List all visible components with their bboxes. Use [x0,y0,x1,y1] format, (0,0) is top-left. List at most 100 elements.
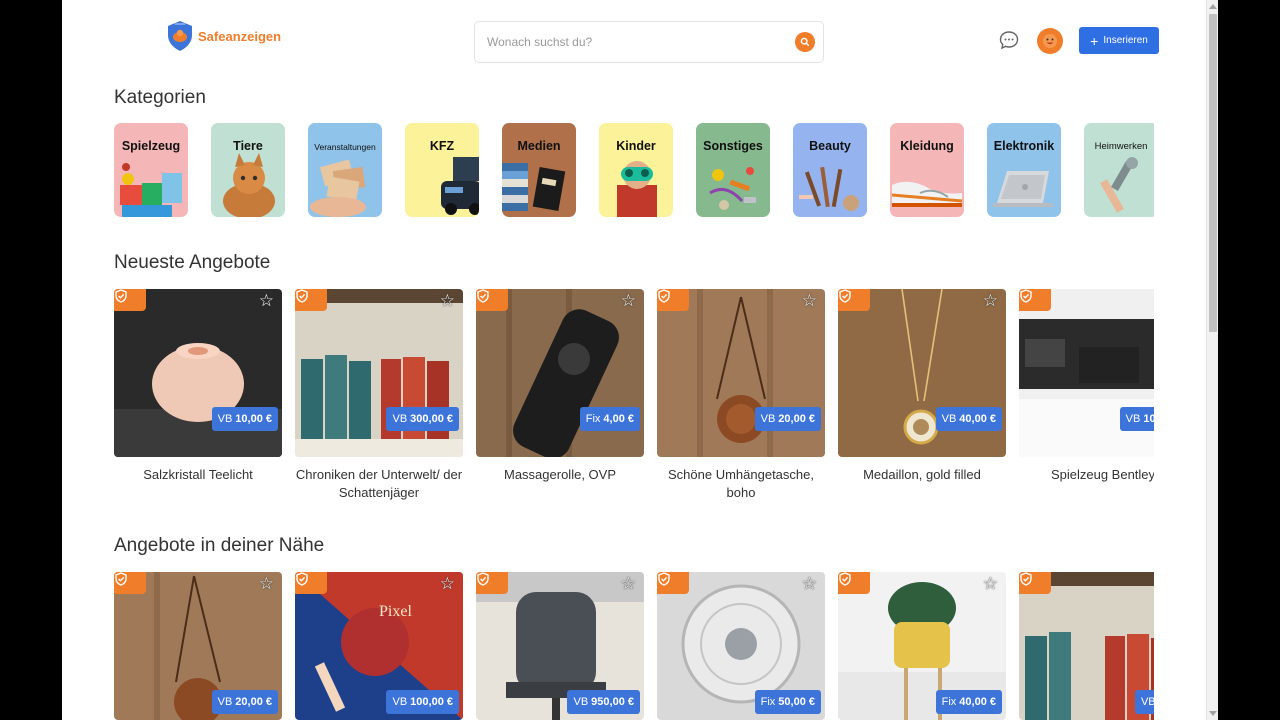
category-label: Elektronik [993,139,1055,153]
verified-shield-icon [657,289,689,311]
product-card[interactable]: ☆ VB 20,00 € Schöne Umhängetasche, boho [657,289,825,519]
category-label: Tiere [233,139,263,153]
category-tile-kinder[interactable]: Kinder [599,123,673,217]
product-title[interactable]: Salzkristall Teelicht [114,466,282,484]
scrollbar-thumb[interactable] [1209,14,1217,332]
price-type: VB [1125,413,1141,425]
price-type: Fix [585,413,601,425]
product-card[interactable]: ☆VB10.050 Spielzeug Bentley [1019,289,1154,519]
product-card[interactable]: ☆ VB 950,00 € [476,572,644,720]
product-image[interactable]: ☆ VB 10,00 € [114,289,282,457]
product-card[interactable]: Pixel ☆ VB 100,00 € [295,572,463,720]
product-card[interactable]: ☆ VB 20,00 € [114,572,282,720]
category-tile-spielzeug[interactable]: Spielzeug [114,123,188,217]
product-title[interactable]: Chroniken der Unterwelt/ der Schattenjäg… [295,466,463,502]
favorite-star-icon[interactable]: ☆ [440,575,455,592]
category-image [709,167,756,210]
post-ad-button[interactable]: + Inserieren [1079,27,1159,54]
price-badge: VB 20,00 € [754,407,821,431]
product-title[interactable]: Massagerolle, OVP [476,466,644,484]
main-page: Safeanzeigen + Inserieren Kategorien Spi… [62,0,1206,720]
category-tile-sonstiges[interactable]: Sonstiges [696,123,770,217]
product-photo [295,289,463,457]
product-photo [114,289,282,457]
category-tile-veranstaltungen[interactable]: Veranstaltungen [308,123,382,217]
product-photo [1019,572,1154,720]
nearby-offers-heading: Angebote in deiner Nähe [114,535,325,556]
nearby-offers-row: ☆ VB 20,00 € Pixel ☆ VB 100,00 € ☆ VB 950,00 € ☆ Fi… [114,572,1154,720]
favorite-star-icon[interactable]: ☆ [440,292,455,309]
search-button[interactable] [795,32,815,52]
category-label: Sonstiges [703,139,763,153]
price-badge: VB 950,00 € [567,690,640,714]
category-tile-kleidung[interactable]: Kleidung [890,123,964,217]
site-logo[interactable]: Safeanzeigen [166,20,281,52]
scroll-down-arrow-icon[interactable] [1209,711,1217,716]
favorite-star-icon[interactable]: ☆ [983,575,998,592]
plus-icon: + [1090,32,1099,49]
price-value: 40,00 € [959,696,996,708]
search-input[interactable] [487,35,777,49]
product-card[interactable]: ☆ Fix 40,00 € [838,572,1006,720]
product-card[interactable]: ☆ VB 10,00 € Salzkristall Teelicht [114,289,282,519]
favorite-star-icon[interactable]: ☆ [621,575,636,592]
price-badge: Fix 4,00 € [579,407,640,431]
product-card[interactable]: ☆VB300 [1019,572,1154,720]
product-image[interactable]: ☆VB300 [1019,572,1154,720]
page-scrollbar[interactable] [1206,0,1218,720]
price-badge: VB 300,00 € [386,407,459,431]
favorite-star-icon[interactable]: ☆ [802,292,817,309]
favorite-star-icon[interactable]: ☆ [983,292,998,309]
favorite-star-icon[interactable]: ☆ [802,575,817,592]
product-image[interactable]: Pixel ☆ VB 100,00 € [295,572,463,720]
category-image [617,161,657,217]
product-title[interactable]: Spielzeug Bentley [1019,466,1154,484]
product-title[interactable]: Medaillon, gold filled [838,466,1006,484]
product-card[interactable]: ☆ VB 300,00 € Chroniken der Unterwelt/ der … [295,289,463,519]
user-avatar[interactable] [1037,28,1063,54]
product-image[interactable]: ☆ VB 300,00 € [295,289,463,457]
product-image[interactable]: ☆VB10.050 [1019,289,1154,457]
favorite-star-icon[interactable]: ☆ [621,292,636,309]
category-label: Beauty [809,139,851,153]
verified-shield-icon [114,289,146,311]
shield-logo-icon [168,21,192,51]
category-tile-medien[interactable]: Medien [502,123,576,217]
product-image[interactable]: ☆ Fix 4,00 € [476,289,644,457]
price-value: 40,00 € [959,413,996,425]
category-image [799,166,859,211]
product-card[interactable]: ☆ VB 40,00 € Medaillon, gold filled [838,289,1006,519]
product-card[interactable]: ☆ Fix 4,00 € Massagerolle, OVP [476,289,644,519]
verified-shield-icon [657,572,689,594]
messages-button[interactable] [999,30,1019,50]
product-image[interactable]: ☆ VB 40,00 € [838,289,1006,457]
product-image[interactable]: ☆ VB 950,00 € [476,572,644,720]
product-image[interactable]: ☆ Fix 50,00 € [657,572,825,720]
product-image[interactable]: ☆ Fix 40,00 € [838,572,1006,720]
price-type: VB [760,413,776,425]
categories-heading: Kategorien [114,87,206,108]
verified-shield-icon [114,572,146,594]
category-tile-heimwerken[interactable]: Heimwerken [1084,123,1154,217]
scroll-up-arrow-icon[interactable] [1209,4,1217,9]
category-tile-beauty[interactable]: Beauty [793,123,867,217]
search-bar [474,21,824,63]
category-tile-elektronik[interactable]: Elektronik [987,123,1061,217]
product-image[interactable]: ☆ VB 20,00 € [657,289,825,457]
favorite-star-icon[interactable]: ☆ [259,575,274,592]
product-image[interactable]: ☆ VB 20,00 € [114,572,282,720]
price-type: Fix [941,696,957,708]
favorite-star-icon[interactable]: ☆ [259,292,274,309]
verified-shield-icon [476,572,508,594]
svg-text:Pixel: Pixel [379,603,412,620]
verified-shield-icon [476,289,508,311]
price-value: 4,00 € [603,413,634,425]
category-tile-tiere[interactable]: Tiere [211,123,285,217]
product-card[interactable]: ☆ Fix 50,00 € [657,572,825,720]
newest-offers-row: ☆ VB 10,00 € Salzkristall Teelicht ☆ VB 300,00… [114,289,1154,519]
product-title[interactable]: Schöne Umhängetasche, boho [657,466,825,502]
chat-bubble-icon [999,31,1019,50]
category-label: Kinder [616,139,656,153]
category-tile-kfz[interactable]: KFZ [405,123,479,217]
price-value: 100,00 € [410,696,453,708]
